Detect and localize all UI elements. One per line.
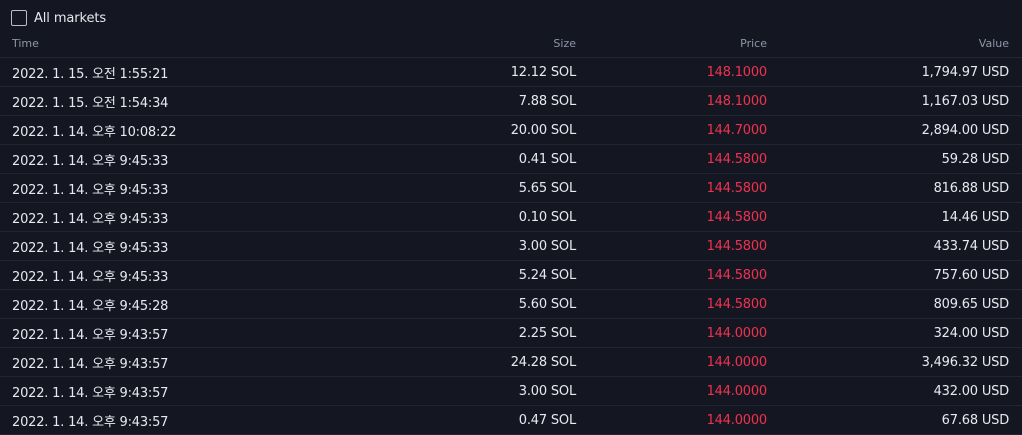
- trade-value: 14.46 USD: [767, 202, 1022, 232]
- trade-time: 2022. 1. 15. 오전 1:54:34: [0, 86, 330, 116]
- trade-value: 433.74 USD: [767, 231, 1022, 261]
- trade-price: 144.5800: [576, 289, 767, 319]
- trade-size: 5.60 SOL: [330, 289, 576, 319]
- header-row: Time Size Price Value: [0, 30, 1022, 58]
- trade-size: 3.00 SOL: [330, 376, 576, 406]
- trade-size: 24.28 SOL: [330, 347, 576, 377]
- table-row: 2022. 1. 14. 오후 9:45:33 5.24 SOL 144.5800 7…: [0, 260, 1022, 290]
- trade-value: 1,794.97 USD: [767, 57, 1022, 87]
- trade-price: 144.5800: [576, 144, 767, 174]
- trade-value: 809.65 USD: [767, 289, 1022, 319]
- trade-price: 148.1000: [576, 57, 767, 87]
- column-header-value: Value: [767, 30, 1022, 58]
- trade-price: 144.5800: [576, 173, 767, 203]
- trade-time: 2022. 1. 14. 오후 9:45:28: [0, 289, 330, 319]
- trade-size: 0.10 SOL: [330, 202, 576, 232]
- trade-time: 2022. 1. 15. 오전 1:55:21: [0, 57, 330, 87]
- trade-size: 0.47 SOL: [330, 405, 576, 435]
- trade-value: 1,167.03 USD: [767, 86, 1022, 116]
- trade-price: 144.0000: [576, 318, 767, 348]
- trade-time: 2022. 1. 14. 오후 9:45:33: [0, 202, 330, 232]
- trade-time: 2022. 1. 14. 오후 9:45:33: [0, 173, 330, 203]
- trade-time: 2022. 1. 14. 오후 10:08:22: [0, 115, 330, 145]
- trade-time: 2022. 1. 14. 오후 9:43:57: [0, 405, 330, 435]
- all-markets-checkbox[interactable]: [11, 10, 27, 26]
- trade-value: 432.00 USD: [767, 376, 1022, 406]
- trade-price: 144.0000: [576, 347, 767, 377]
- table-row: 2022. 1. 14. 오후 9:45:33 5.65 SOL 144.5800 8…: [0, 173, 1022, 203]
- trade-value: 59.28 USD: [767, 144, 1022, 174]
- trade-value: 324.00 USD: [767, 318, 1022, 348]
- table-row: 2022. 1. 15. 오전 1:54:34 7.88 SOL 148.1000 1…: [0, 86, 1022, 116]
- trade-price: 148.1000: [576, 86, 767, 116]
- trade-history-panel: All markets Time Size Price Value 2022. …: [0, 0, 1022, 435]
- all-markets-label: All markets: [34, 10, 107, 26]
- table-row: 2022. 1. 14. 오후 9:45:33 0.41 SOL 144.5800 5…: [0, 144, 1022, 174]
- table-body: 2022. 1. 15. 오전 1:55:21 12.12 SOL 148.1000…: [0, 57, 1022, 435]
- trade-history-table: Time Size Price Value 2022. 1. 15. 오전 1:…: [0, 30, 1022, 435]
- trade-time: 2022. 1. 14. 오후 9:43:57: [0, 347, 330, 377]
- trade-value: 67.68 USD: [767, 405, 1022, 435]
- table-row: 2022. 1. 14. 오후 10:08:22 20.00 SOL 144.700…: [0, 115, 1022, 145]
- table-row: 2022. 1. 14. 오후 9:45:28 5.60 SOL 144.5800 8…: [0, 289, 1022, 319]
- trade-price: 144.7000: [576, 115, 767, 145]
- table-row: 2022. 1. 14. 오후 9:43:57 0.47 SOL 144.0000 6…: [0, 405, 1022, 435]
- table-header: Time Size Price Value: [0, 30, 1022, 58]
- table-row: 2022. 1. 14. 오후 9:45:33 0.10 SOL 144.5800 1…: [0, 202, 1022, 232]
- trade-time: 2022. 1. 14. 오후 9:45:33: [0, 144, 330, 174]
- trade-time: 2022. 1. 14. 오후 9:43:57: [0, 318, 330, 348]
- trade-size: 0.41 SOL: [330, 144, 576, 174]
- trade-size: 5.24 SOL: [330, 260, 576, 290]
- trade-value: 3,496.32 USD: [767, 347, 1022, 377]
- trade-price: 144.5800: [576, 260, 767, 290]
- trade-time: 2022. 1. 14. 오후 9:43:57: [0, 376, 330, 406]
- all-markets-filter[interactable]: All markets: [11, 9, 106, 27]
- trade-time: 2022. 1. 14. 오후 9:45:33: [0, 231, 330, 261]
- column-header-size: Size: [330, 30, 576, 58]
- table-row: 2022. 1. 14. 오후 9:43:57 3.00 SOL 144.0000 4…: [0, 376, 1022, 406]
- trade-size: 3.00 SOL: [330, 231, 576, 261]
- trade-time: 2022. 1. 14. 오후 9:45:33: [0, 260, 330, 290]
- trade-value: 757.60 USD: [767, 260, 1022, 290]
- column-header-price: Price: [576, 30, 767, 58]
- trade-size: 2.25 SOL: [330, 318, 576, 348]
- trade-price: 144.0000: [576, 376, 767, 406]
- trade-value: 2,894.00 USD: [767, 115, 1022, 145]
- trade-value: 816.88 USD: [767, 173, 1022, 203]
- trade-price: 144.5800: [576, 202, 767, 232]
- table-row: 2022. 1. 15. 오전 1:55:21 12.12 SOL 148.1000…: [0, 57, 1022, 87]
- trade-price: 144.0000: [576, 405, 767, 435]
- trade-price: 144.5800: [576, 231, 767, 261]
- trade-size: 5.65 SOL: [330, 173, 576, 203]
- table-row: 2022. 1. 14. 오후 9:45:33 3.00 SOL 144.5800 4…: [0, 231, 1022, 261]
- trade-size: 20.00 SOL: [330, 115, 576, 145]
- table-row: 2022. 1. 14. 오후 9:43:57 2.25 SOL 144.0000 3…: [0, 318, 1022, 348]
- trade-size: 12.12 SOL: [330, 57, 576, 87]
- column-header-time: Time: [0, 30, 330, 58]
- trade-size: 7.88 SOL: [330, 86, 576, 116]
- table-row: 2022. 1. 14. 오후 9:43:57 24.28 SOL 144.0000…: [0, 347, 1022, 377]
